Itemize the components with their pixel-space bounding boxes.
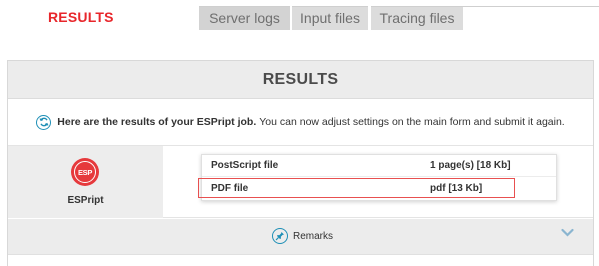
files-table: PostScript file 1 page(s) [18 Kb] PDF fi… [198, 154, 557, 201]
info-bold-text: Here are the results of your ESPript job… [57, 116, 257, 128]
file-row-pdf[interactable]: PDF file pdf [13 Kb] [198, 178, 515, 198]
pin-icon [272, 228, 288, 244]
refresh-icon [36, 114, 52, 130]
espript-logo-text: ESP [74, 161, 96, 183]
remarks-header[interactable]: Remarks [272, 228, 333, 244]
tab-bar-filler [463, 6, 599, 30]
file-name[interactable]: PDF file [211, 183, 248, 194]
nav-results-link[interactable]: RESULTS [48, 9, 114, 25]
remarks-section[interactable]: Remarks [8, 219, 593, 255]
program-row: ESP ESPript PostScript file 1 page(s) [1… [8, 146, 593, 218]
espript-logo: ESP [71, 158, 99, 186]
file-info[interactable]: pdf [13 Kb] [430, 183, 482, 194]
info-text: You can now adjust settings on the main … [259, 116, 565, 128]
info-message: Here are the results of your ESPript job… [8, 99, 593, 146]
panel-title: RESULTS [8, 61, 593, 99]
tab-tracing-files[interactable]: Tracing files [371, 6, 463, 30]
top-navigation: RESULTS Server logs Input files Tracing … [0, 0, 599, 32]
chevron-down-icon[interactable] [561, 228, 574, 237]
tab-server-logs[interactable]: Server logs [199, 6, 290, 30]
tab-input-files[interactable]: Input files [292, 6, 368, 30]
remarks-label[interactable]: Remarks [293, 231, 333, 242]
program-name: ESPript [67, 195, 104, 206]
file-info[interactable]: 1 page(s) [18 Kb] [430, 160, 511, 171]
results-panel: RESULTS Here are the results of your ESP… [7, 60, 594, 266]
file-row-postscript[interactable]: PostScript file 1 page(s) [18 Kb] [202, 155, 556, 177]
program-cell: ESP ESPript [8, 146, 163, 218]
file-name[interactable]: PostScript file [211, 160, 278, 171]
